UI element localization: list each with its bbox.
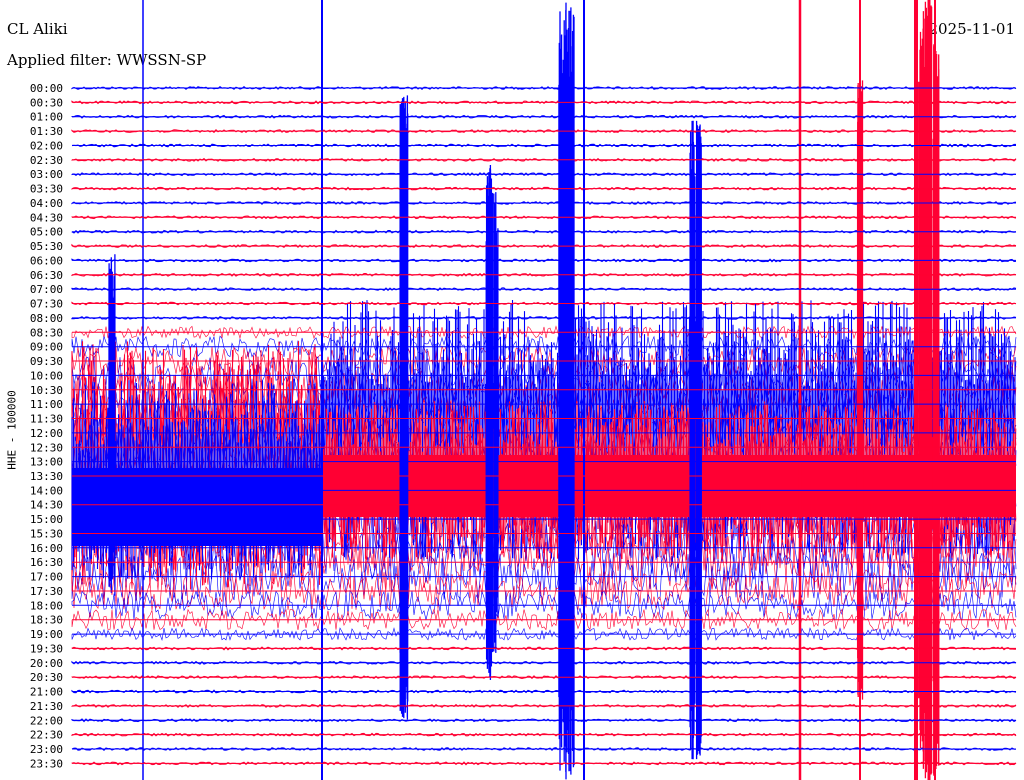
row-tick-label: 01:00	[30, 111, 63, 124]
row-tick-label: 23:00	[30, 743, 63, 756]
row-tick-label: 18:30	[30, 614, 63, 627]
helicorder-plot: 00:0000:30 01:0001:3002:00 02:3003:00 03:30…	[30, 0, 1017, 780]
row-tick-label: 02:00	[30, 139, 63, 152]
row-tick-label: 12:00	[30, 427, 63, 440]
row-tick-label: 22:30	[30, 729, 63, 742]
row-tick-label: 09:00	[30, 341, 63, 354]
row-tick-label: 09:30	[30, 355, 63, 368]
row-tick-label: 16:30	[30, 556, 63, 569]
row-tick-label: 03:00	[30, 168, 63, 181]
row-tick-label: 22:00	[30, 714, 63, 727]
event-spike	[108, 254, 116, 596]
row-tick-label: 17:30	[30, 585, 63, 598]
row-tick-label: 13:00	[30, 456, 63, 469]
row-tick-label: 04:30	[30, 211, 63, 224]
row-tick-label: 12:30	[30, 441, 63, 454]
row-tick-label: 19:00	[30, 628, 63, 641]
row-tick-label: 11:00	[30, 398, 63, 411]
row-tick-label: 17:00	[30, 571, 63, 584]
row-tick-label: 07:00	[30, 283, 63, 296]
row-tick-label: 19:30	[30, 642, 63, 655]
row-tick-label: 21:30	[30, 700, 63, 713]
row-tick-label: 14:00	[30, 484, 63, 497]
row-tick-label: 08:30	[30, 326, 63, 339]
row-tick-label: 15:00	[30, 513, 63, 526]
row-tick-label: 04:00	[30, 197, 63, 210]
event-spike	[485, 165, 499, 680]
row-tick-label: 06:30	[30, 269, 63, 282]
row-tick-label: 10:00	[30, 369, 63, 382]
row-tick-label: 14:30	[30, 499, 63, 512]
row-tick-label: 20:00	[30, 657, 63, 670]
row-tick-label: 03:30	[30, 183, 63, 196]
row-tick-label: 00:00	[30, 82, 63, 95]
row-tick-label: 11:30	[30, 413, 63, 426]
row-tick-label: 23:30	[30, 757, 63, 770]
row-tick-label: 05:30	[30, 240, 63, 253]
row-tick-label: 18:00	[30, 599, 63, 612]
row-tick-label: 02:30	[30, 154, 63, 167]
row-tick-label: 20:30	[30, 671, 63, 684]
row-tick-label: 13:30	[30, 470, 63, 483]
burst-block	[322, 455, 1016, 517]
row-tick-label: 16:00	[30, 542, 63, 555]
row-tick-label: 07:30	[30, 298, 63, 311]
row-tick-label: 05:00	[30, 226, 63, 239]
row-tick-label: 00:30	[30, 96, 63, 109]
row-tick-label: 06:00	[30, 254, 63, 267]
row-tick-label: 21:00	[30, 686, 63, 699]
row-tick-label: 01:30	[30, 125, 63, 138]
row-tick-label: 15:30	[30, 527, 63, 540]
row-tick-label: 10:30	[30, 384, 63, 397]
event-spike	[689, 120, 702, 760]
row-tick-label: 08:00	[30, 312, 63, 325]
